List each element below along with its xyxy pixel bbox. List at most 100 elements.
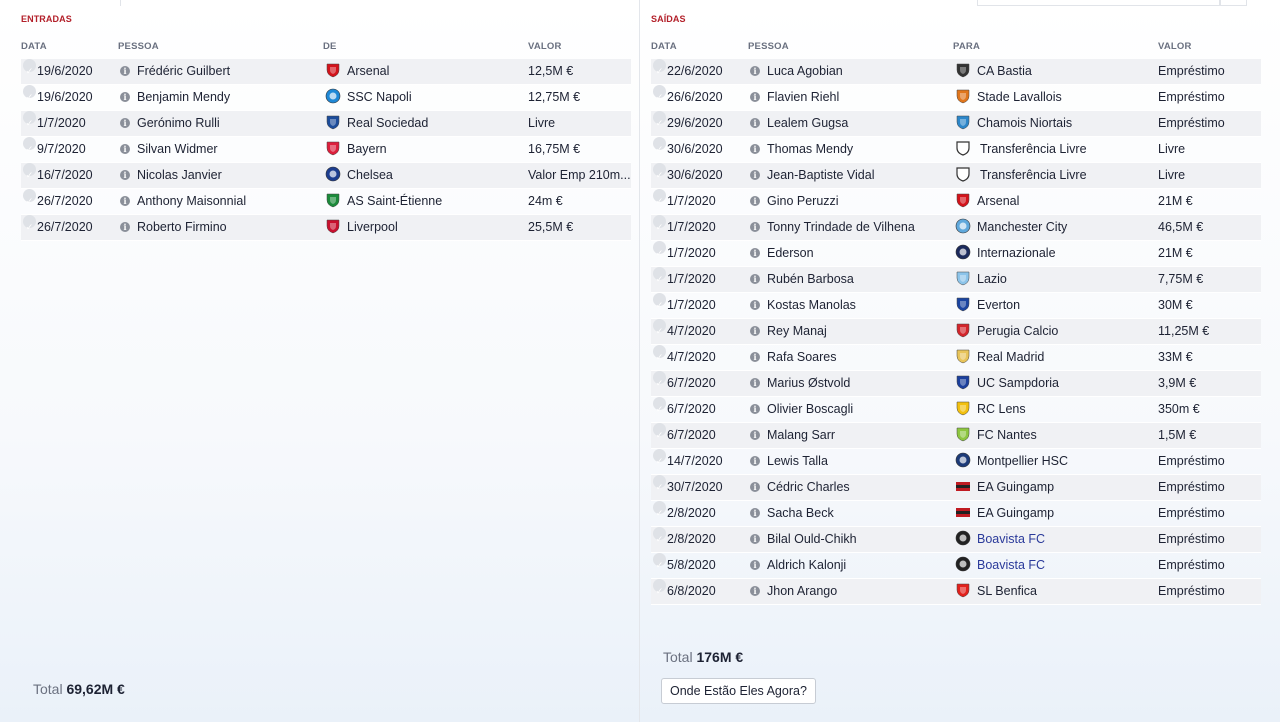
info-icon[interactable]: i — [750, 585, 760, 596]
info-icon[interactable]: i — [120, 65, 130, 76]
club-name[interactable]: SL Benfica — [977, 584, 1037, 598]
check-icon[interactable]: ✓ — [653, 345, 666, 362]
person-name[interactable]: Nicolas Janvier — [137, 168, 222, 182]
person-cell[interactable]: i Anthony Maisonnial — [120, 189, 246, 214]
info-icon[interactable]: i — [750, 351, 760, 362]
table-row[interactable]: ✓ 2/8/2020 i Sacha Beck EA Guingamp Empréstim… — [651, 501, 1261, 527]
person-cell[interactable]: i Sacha Beck — [750, 501, 834, 526]
info-icon[interactable]: i — [750, 91, 760, 102]
table-row[interactable]: ✓ 14/7/2020 i Lewis Talla Montpellier HSC Emp… — [651, 449, 1261, 475]
person-name[interactable]: Frédéric Guilbert — [137, 64, 230, 78]
check-icon[interactable]: ✓ — [653, 59, 666, 76]
club-cell[interactable]: Internazionale — [955, 241, 1056, 266]
person-cell[interactable]: i Luca Agobian — [750, 59, 843, 84]
check-icon[interactable]: ✓ — [653, 163, 666, 180]
club-name[interactable]: EA Guingamp — [977, 480, 1054, 494]
col-date[interactable]: DATA — [651, 41, 677, 52]
person-cell[interactable]: i Aldrich Kalonji — [750, 553, 846, 578]
table-row[interactable]: ✓ 6/7/2020 i Marius Østvold UC Sampdoria 3,9M… — [651, 371, 1261, 397]
person-name[interactable]: Luca Agobian — [767, 64, 843, 78]
table-row[interactable]: ✓ 26/6/2020 i Flavien Riehl Stade Lavallois E… — [651, 85, 1261, 111]
club-name[interactable]: Transferência Livre — [980, 168, 1087, 182]
info-icon[interactable]: i — [750, 299, 760, 310]
col-person[interactable]: PESSOA — [748, 41, 789, 52]
info-icon[interactable]: i — [750, 403, 760, 414]
person-name[interactable]: Lealem Gugsa — [767, 116, 848, 130]
club-cell[interactable]: Real Madrid — [955, 345, 1044, 370]
person-name[interactable]: Bilal Ould-Chikh — [767, 532, 857, 546]
person-name[interactable]: Aldrich Kalonji — [767, 558, 846, 572]
person-name[interactable]: Gerónimo Rulli — [137, 116, 220, 130]
info-icon[interactable]: i — [750, 455, 760, 466]
table-row[interactable]: ✓ 5/8/2020 i Aldrich Kalonji Boavista FC Empr… — [651, 553, 1261, 579]
club-cell[interactable]: Manchester City — [955, 215, 1067, 240]
person-cell[interactable]: i Thomas Mendy — [750, 137, 853, 162]
club-name[interactable]: SSC Napoli — [347, 90, 412, 104]
person-cell[interactable]: i Jean-Baptiste Vidal — [750, 163, 874, 188]
table-row[interactable]: ✓ 1/7/2020 i Kostas Manolas Everton 30M € — [651, 293, 1261, 319]
person-cell[interactable]: i Gerónimo Rulli — [120, 111, 220, 136]
table-row[interactable]: ✓ 29/6/2020 i Lealem Gugsa Chamois Niortais E… — [651, 111, 1261, 137]
table-row[interactable]: ✓ 9/7/2020 i Silvan Widmer Bayern 16,75M € — [21, 137, 631, 163]
check-icon[interactable]: ✓ — [653, 241, 666, 258]
check-icon[interactable]: ✓ — [23, 137, 36, 154]
table-row[interactable]: ✓ 22/6/2020 i Luca Agobian CA Bastia Emprésti… — [651, 59, 1261, 85]
person-name[interactable]: Sacha Beck — [767, 506, 834, 520]
person-name[interactable]: Jean-Baptiste Vidal — [767, 168, 874, 182]
club-cell[interactable]: Chelsea — [325, 163, 393, 188]
check-icon[interactable]: ✓ — [23, 59, 36, 76]
person-name[interactable]: Benjamin Mendy — [137, 90, 230, 104]
table-row[interactable]: ✓ 4/7/2020 i Rafa Soares Real Madrid 33M € — [651, 345, 1261, 371]
info-icon[interactable]: i — [120, 221, 130, 232]
club-cell[interactable]: Real Sociedad — [325, 111, 428, 136]
table-row[interactable]: ✓ 6/7/2020 i Malang Sarr FC Nantes 1,5M € — [651, 423, 1261, 449]
table-row[interactable]: ✓ 30/7/2020 i Cédric Charles EA Guingamp Empr… — [651, 475, 1261, 501]
info-icon[interactable]: i — [750, 429, 760, 440]
person-cell[interactable]: i Silvan Widmer — [120, 137, 218, 162]
person-cell[interactable]: i Lewis Talla — [750, 449, 828, 474]
table-row[interactable]: ✓ 4/7/2020 i Rey Manaj Perugia Calcio 11,25M … — [651, 319, 1261, 345]
check-icon[interactable]: ✓ — [653, 319, 666, 336]
club-name[interactable]: Boavista FC — [977, 558, 1045, 572]
check-icon[interactable]: ✓ — [653, 267, 666, 284]
check-icon[interactable]: ✓ — [23, 85, 36, 102]
person-name[interactable]: Malang Sarr — [767, 428, 835, 442]
person-cell[interactable]: i Rey Manaj — [750, 319, 827, 344]
top-search-stub[interactable] — [977, 0, 1220, 6]
info-icon[interactable]: i — [750, 273, 760, 284]
person-name[interactable]: Anthony Maisonnial — [137, 194, 246, 208]
club-cell[interactable]: EA Guingamp — [955, 501, 1054, 526]
check-icon[interactable]: ✓ — [653, 579, 666, 596]
person-name[interactable]: Kostas Manolas — [767, 298, 856, 312]
info-icon[interactable]: i — [120, 143, 130, 154]
person-name[interactable]: Marius Østvold — [767, 376, 850, 390]
club-name[interactable]: UC Sampdoria — [977, 376, 1059, 390]
table-row[interactable]: ✓ 1/7/2020 i Rubén Barbosa Lazio 7,75M € — [651, 267, 1261, 293]
check-icon[interactable]: ✓ — [653, 527, 666, 544]
club-name[interactable]: Chamois Niortais — [977, 116, 1072, 130]
col-from[interactable]: DE — [323, 41, 337, 52]
info-icon[interactable]: i — [120, 117, 130, 128]
club-name[interactable]: EA Guingamp — [977, 506, 1054, 520]
info-icon[interactable]: i — [750, 65, 760, 76]
info-icon[interactable]: i — [750, 533, 760, 544]
col-value[interactable]: VALOR — [1158, 41, 1192, 52]
check-icon[interactable]: ✓ — [653, 397, 666, 414]
club-cell[interactable]: AS Saint-Étienne — [325, 189, 442, 214]
check-icon[interactable]: ✓ — [653, 371, 666, 388]
club-name[interactable]: Chelsea — [347, 168, 393, 182]
club-cell[interactable]: Boavista FC — [955, 553, 1045, 578]
check-icon[interactable]: ✓ — [653, 137, 666, 154]
person-cell[interactable]: i Jhon Arango — [750, 579, 837, 604]
person-name[interactable]: Roberto Firmino — [137, 220, 227, 234]
check-icon[interactable]: ✓ — [653, 553, 666, 570]
club-cell[interactable]: RC Lens — [955, 397, 1026, 422]
person-cell[interactable]: i Gino Peruzzi — [750, 189, 839, 214]
club-name[interactable]: CA Bastia — [977, 64, 1032, 78]
club-cell[interactable]: Arsenal — [955, 189, 1019, 214]
person-cell[interactable]: i Flavien Riehl — [750, 85, 839, 110]
person-name[interactable]: Rey Manaj — [767, 324, 827, 338]
person-name[interactable]: Silvan Widmer — [137, 142, 218, 156]
person-cell[interactable]: i Malang Sarr — [750, 423, 835, 448]
info-icon[interactable]: i — [750, 325, 760, 336]
